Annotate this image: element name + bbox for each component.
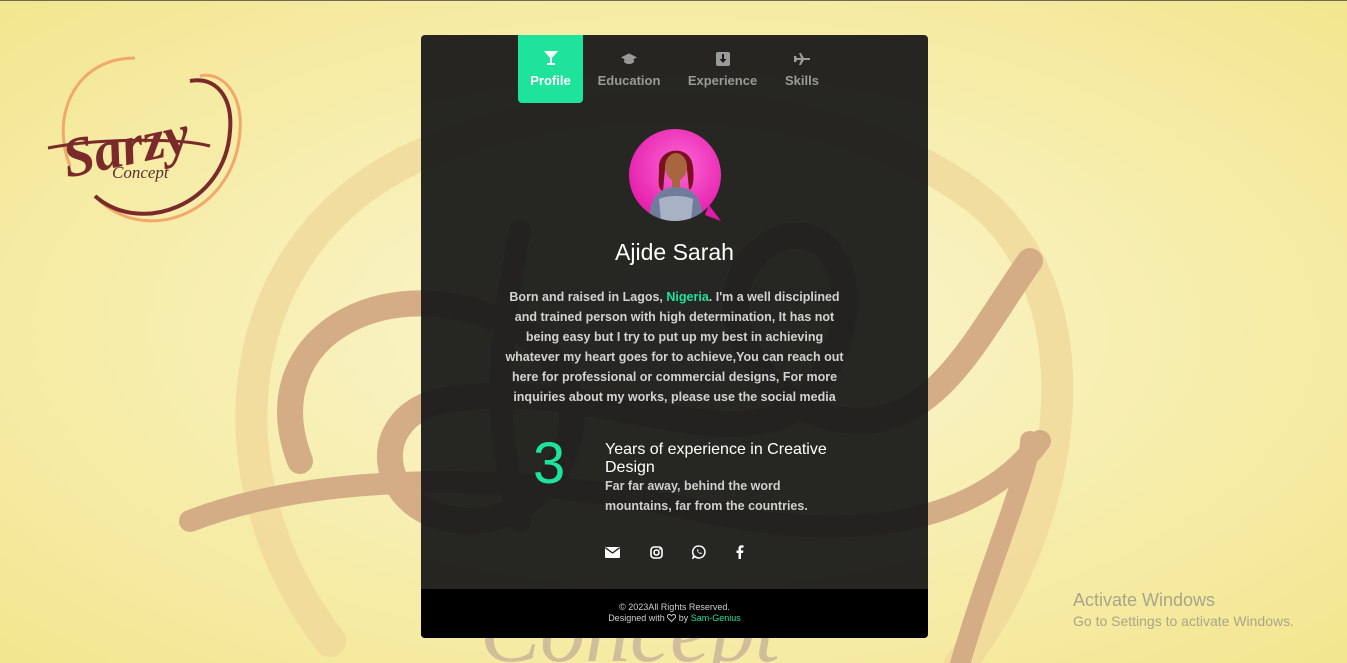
graduation-cap-icon (621, 51, 637, 67)
profile-card: Profile Education Experience Skills Ajid… (421, 35, 928, 638)
designed-with-text: Designed with (608, 613, 665, 623)
facebook-link[interactable] (732, 544, 748, 560)
profile-bio: Born and raised in Lagos, Nigeria. I'm a… (501, 287, 848, 407)
profile-name: Ajide Sarah (615, 239, 734, 265)
tab-label: Profile (530, 72, 571, 88)
tab-education[interactable]: Education (595, 35, 663, 103)
footer: © 2023All Rights Reserved. Designed with… (421, 589, 928, 638)
tab-label: Skills (785, 72, 819, 88)
bio-text-start: Born and raised in Lagos, (509, 290, 667, 304)
windows-activation-watermark: Activate Windows Go to Settings to activ… (1073, 589, 1294, 631)
experience-title: Years of experience in Creative Design (605, 441, 827, 476)
facebook-icon (736, 545, 744, 559)
by-text: by (678, 613, 689, 623)
download-icon (715, 51, 731, 67)
instagram-icon (649, 545, 663, 559)
tab-skills[interactable]: Skills (781, 35, 823, 103)
heart-icon (667, 614, 677, 622)
experience-description: Far far away, behind the word mountains,… (605, 479, 808, 513)
email-link[interactable] (604, 544, 620, 560)
whatsapp-link[interactable] (691, 544, 707, 560)
bio-location-highlight: Nigeria (666, 290, 709, 304)
tab-profile[interactable]: Profile (518, 35, 583, 103)
tab-label: Experience (687, 72, 758, 88)
envelope-icon (604, 546, 620, 558)
glass-icon (543, 51, 559, 67)
tab-experience[interactable]: Experience (684, 35, 761, 103)
activation-title: Activate Windows (1073, 590, 1216, 610)
plane-icon (794, 51, 810, 67)
avatar (629, 129, 721, 221)
whatsapp-icon (692, 545, 706, 559)
copyright-text: © 2023All Rights Reserved. (619, 602, 730, 612)
logo-subtitle: Concept (112, 163, 170, 182)
activation-subtitle: Go to Settings to activate Windows. (1073, 613, 1294, 629)
instagram-link[interactable] (648, 544, 664, 560)
years-count: 3 (533, 431, 566, 496)
designed-by-line: Designed with by Sam-Genius (421, 613, 928, 624)
bio-text-end: . I'm a well disciplined and trained per… (505, 290, 844, 404)
author-link[interactable]: Sam-Genius (691, 613, 741, 623)
tab-label: Education (597, 72, 661, 88)
tab-bar: Profile Education Experience Skills (421, 35, 928, 103)
brand-logo[interactable]: Sarzy Concept (40, 46, 255, 236)
